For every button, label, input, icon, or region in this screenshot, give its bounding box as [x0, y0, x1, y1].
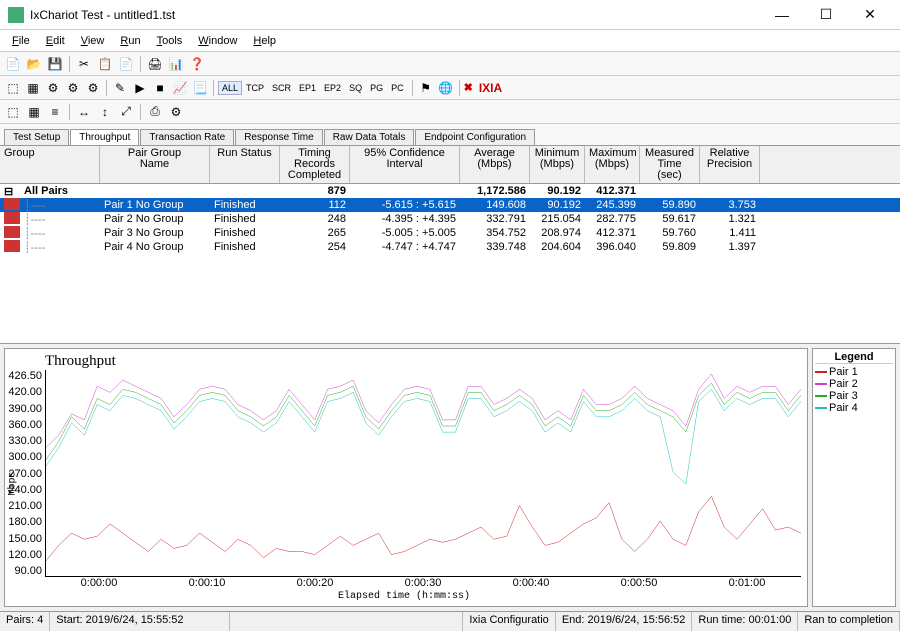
t3-1-icon[interactable]: ⬚ [4, 103, 22, 121]
table-row[interactable]: ┊----Pair 3 No GroupFinished265-5.005 : … [0, 226, 900, 240]
tab-test-setup[interactable]: Test Setup [4, 129, 69, 145]
maximize-button[interactable]: ☐ [804, 1, 848, 29]
legend-item[interactable]: Pair 3 [815, 390, 893, 402]
menu-bar: FileEditViewRunToolsWindowHelp [0, 30, 900, 52]
group-icon[interactable]: ▦ [24, 79, 42, 97]
pair-icon[interactable]: ⬚ [4, 79, 22, 97]
tab-bar: Test SetupThroughputTransaction RateResp… [0, 124, 900, 146]
close-button[interactable]: ✕ [848, 1, 892, 29]
t3-7-icon[interactable]: ⎙ [146, 103, 164, 121]
status-runtime: Run time: 00:01:00 [692, 612, 798, 631]
menu-view[interactable]: View [73, 33, 113, 49]
ixia-icon: ✖ [464, 81, 473, 94]
cfg1-icon[interactable]: ⚙ [44, 79, 62, 97]
help-icon[interactable]: ❓ [188, 55, 206, 73]
tab-endpoint-configuration[interactable]: Endpoint Configuration [415, 129, 535, 145]
group-button-sq[interactable]: SQ [345, 81, 366, 95]
table-row[interactable]: ┊----Pair 2 No GroupFinished248-4.395 : … [0, 212, 900, 226]
run-icon[interactable]: ▶ [131, 79, 149, 97]
toolbar-secondary: ⬚ ▦ ⚙ ⚙ ⚙ ✎ ▶ ■ 📈 📃 ALLTCPSCREP1EP2SQPGP… [0, 76, 900, 100]
tab-transaction-rate[interactable]: Transaction Rate [140, 129, 234, 145]
tab-throughput[interactable]: Throughput [70, 129, 139, 145]
title-bar: IxChariot Test - untitled1.tst — ☐ ✕ [0, 0, 900, 30]
cfg2-icon[interactable]: ⚙ [64, 79, 82, 97]
group-button-pc[interactable]: PC [387, 81, 408, 95]
status-completion: Ran to completion [798, 612, 900, 631]
export-icon[interactable]: 📊 [167, 55, 185, 73]
group-button-all[interactable]: ALL [218, 81, 242, 95]
menu-window[interactable]: Window [190, 33, 245, 49]
menu-tools[interactable]: Tools [149, 33, 191, 49]
print-icon[interactable]: 🖨 [146, 55, 164, 73]
legend-item[interactable]: Pair 2 [815, 378, 893, 390]
status-pairs: Pairs: 4 [0, 612, 50, 631]
group-button-pg[interactable]: PG [366, 81, 387, 95]
results-grid: GroupPair Group NameRun StatusTiming Rec… [0, 146, 900, 344]
chart-area: Throughput Mbps 426.50420.00390.00360.00… [0, 344, 900, 611]
stop-icon[interactable]: ■ [151, 79, 169, 97]
throughput-chart: Throughput Mbps 426.50420.00390.00360.00… [4, 348, 808, 607]
legend-title: Legend [815, 351, 893, 364]
status-end: End: 2019/6/24, 15:56:52 [556, 612, 693, 631]
status-bar: Pairs: 4 Start: 2019/6/24, 15:55:52 Ixia… [0, 611, 900, 631]
legend-item[interactable]: Pair 1 [815, 366, 893, 378]
group-button-scr[interactable]: SCR [268, 81, 295, 95]
x-axis: 0:00:000:00:100:00:200:00:300:00:400:00:… [45, 577, 801, 591]
plot-area[interactable] [45, 370, 801, 577]
edit-icon[interactable]: ✎ [111, 79, 129, 97]
group-button-ep1[interactable]: EP1 [295, 81, 320, 95]
cut-icon[interactable]: ✂ [75, 55, 93, 73]
tab-response-time[interactable]: Response Time [235, 129, 322, 145]
tab-raw-data-totals[interactable]: Raw Data Totals [324, 129, 415, 145]
status-ixia: Ixia Configuratio [463, 612, 556, 631]
save-icon[interactable]: 💾 [46, 55, 64, 73]
group-button-tcp[interactable]: TCP [242, 81, 268, 95]
report-icon[interactable]: 📃 [191, 79, 209, 97]
grid-header: GroupPair Group NameRun StatusTiming Rec… [0, 146, 900, 184]
status-start: Start: 2019/6/24, 15:55:52 [50, 612, 230, 631]
x-axis-label: Elapsed time (h:mm:ss) [7, 591, 801, 602]
t3-5-icon[interactable]: ↕ [96, 103, 114, 121]
app-icon [8, 7, 24, 23]
cfg3-icon[interactable]: ⚙ [84, 79, 102, 97]
legend-panel: Legend Pair 1Pair 2Pair 3Pair 4 [812, 348, 896, 607]
t3-4-icon[interactable]: ↔ [75, 103, 93, 121]
row-all-pairs[interactable]: ⊟All Pairs8791,172.58690.192412.371 [0, 184, 900, 198]
t3-6-icon[interactable]: ⤢ [117, 103, 135, 121]
minimize-button[interactable]: — [760, 1, 804, 29]
legend-item[interactable]: Pair 4 [815, 402, 893, 414]
y-axis: 426.50420.00390.00360.00330.00300.00270.… [7, 370, 45, 577]
window-title: IxChariot Test - untitled1.tst [30, 8, 760, 22]
menu-run[interactable]: Run [112, 33, 148, 49]
group-button-ep2[interactable]: EP2 [320, 81, 345, 95]
t3-8-icon[interactable]: ⚙ [167, 103, 185, 121]
chart-title: Throughput [7, 353, 801, 370]
status-spacer [230, 612, 463, 631]
grid-body[interactable]: ⊟All Pairs8791,172.58690.192412.371┊----… [0, 184, 900, 343]
menu-edit[interactable]: Edit [38, 33, 73, 49]
paste-icon[interactable]: 📄 [117, 55, 135, 73]
copy-icon[interactable]: 📋 [96, 55, 114, 73]
menu-file[interactable]: File [4, 33, 38, 49]
ixia-logo: IXIA [479, 81, 502, 95]
open-icon[interactable]: 📂 [25, 55, 43, 73]
toolbar-tertiary: ⬚ ▦ ≡ ↔ ↕ ⤢ ⎙ ⚙ [0, 100, 900, 124]
new-icon[interactable]: 📄 [4, 55, 22, 73]
table-row[interactable]: ┊----Pair 4 No GroupFinished254-4.747 : … [0, 240, 900, 254]
table-row[interactable]: ┊----Pair 1 No GroupFinished112-5.615 : … [0, 198, 900, 212]
menu-help[interactable]: Help [245, 33, 284, 49]
t3-3-icon[interactable]: ≡ [46, 103, 64, 121]
flag-icon[interactable]: ⚑ [417, 79, 435, 97]
chart-icon[interactable]: 📈 [171, 79, 189, 97]
globe-icon[interactable]: 🌐 [437, 79, 455, 97]
t3-2-icon[interactable]: ▦ [25, 103, 43, 121]
toolbar-primary: 📄 📂 💾 ✂ 📋 📄 🖨 📊 ❓ [0, 52, 900, 76]
